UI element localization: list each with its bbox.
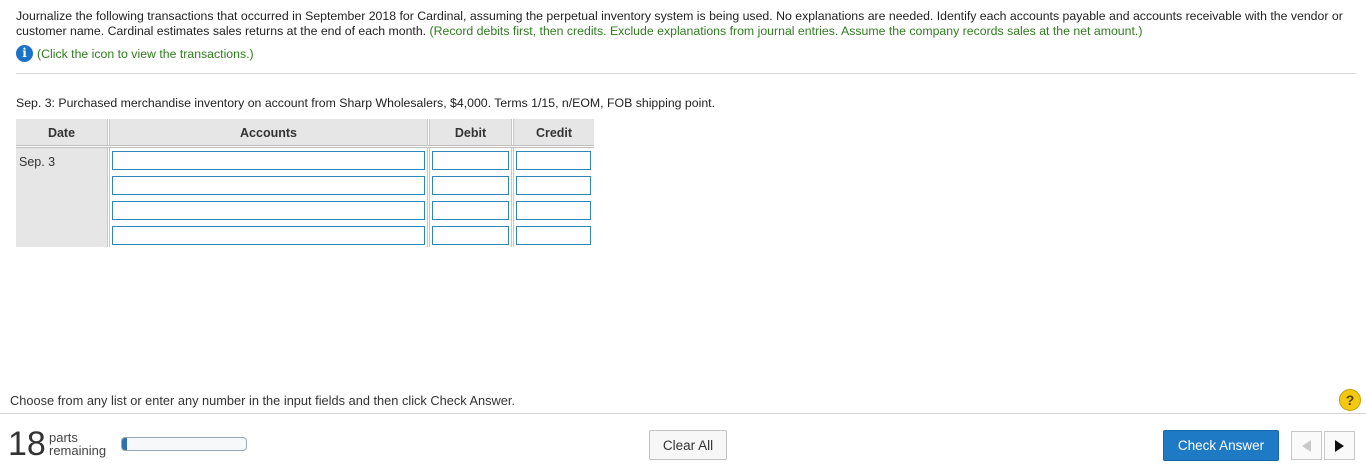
remaining-word: remaining [49,443,107,458]
debit-input-2[interactable] [432,176,509,195]
credit-input-4[interactable] [516,226,591,245]
info-row: i (Click the icon to view the transactio… [16,45,254,62]
journal-table: Date Accounts Debit Credit Sep. 3 [16,119,594,248]
date-cell: Sep. 3 [16,148,107,247]
debit-input-1[interactable] [432,151,509,170]
header-credit: Credit [514,119,594,145]
triangle-left-icon [1302,439,1311,452]
entry-date: Sep. 3 [19,155,56,169]
parts-label: parts remaining [49,431,106,457]
header-accounts: Accounts [110,119,427,145]
triangle-right-icon [1335,439,1344,452]
column-separator [427,148,430,247]
question-icon[interactable]: ? [1339,389,1361,411]
footer-divider [0,413,1366,414]
info-icon[interactable]: i [16,45,33,62]
account-input-1[interactable] [112,151,425,170]
transaction-prompt: Sep. 3: Purchased merchandise inventory … [16,96,716,110]
previous-button[interactable] [1291,431,1322,460]
column-separator [511,148,514,247]
hint-text: Choose from any list or enter any number… [10,393,516,408]
info-link-text: (Click the icon to view the transactions… [37,46,254,61]
divider [16,73,1356,74]
instructions-note: (Record debits first, then credits. Excl… [429,24,1143,38]
account-input-2[interactable] [112,176,425,195]
check-answer-button[interactable]: Check Answer [1163,430,1279,461]
header-date: Date [16,119,107,145]
header-debit: Debit [430,119,511,145]
debit-input-4[interactable] [432,226,509,245]
credit-input-2[interactable] [516,176,591,195]
credit-input-3[interactable] [516,201,591,220]
debit-input-3[interactable] [432,201,509,220]
clear-all-button[interactable]: Clear All [649,430,727,460]
instructions: Journalize the following transactions th… [16,9,1351,39]
progress-bar [121,437,247,451]
account-input-3[interactable] [112,201,425,220]
next-button[interactable] [1324,431,1355,460]
account-input-4[interactable] [112,226,425,245]
credit-input-1[interactable] [516,151,591,170]
column-separator [107,148,110,247]
parts-count: 18 [8,425,46,463]
progress-fill [122,438,127,450]
